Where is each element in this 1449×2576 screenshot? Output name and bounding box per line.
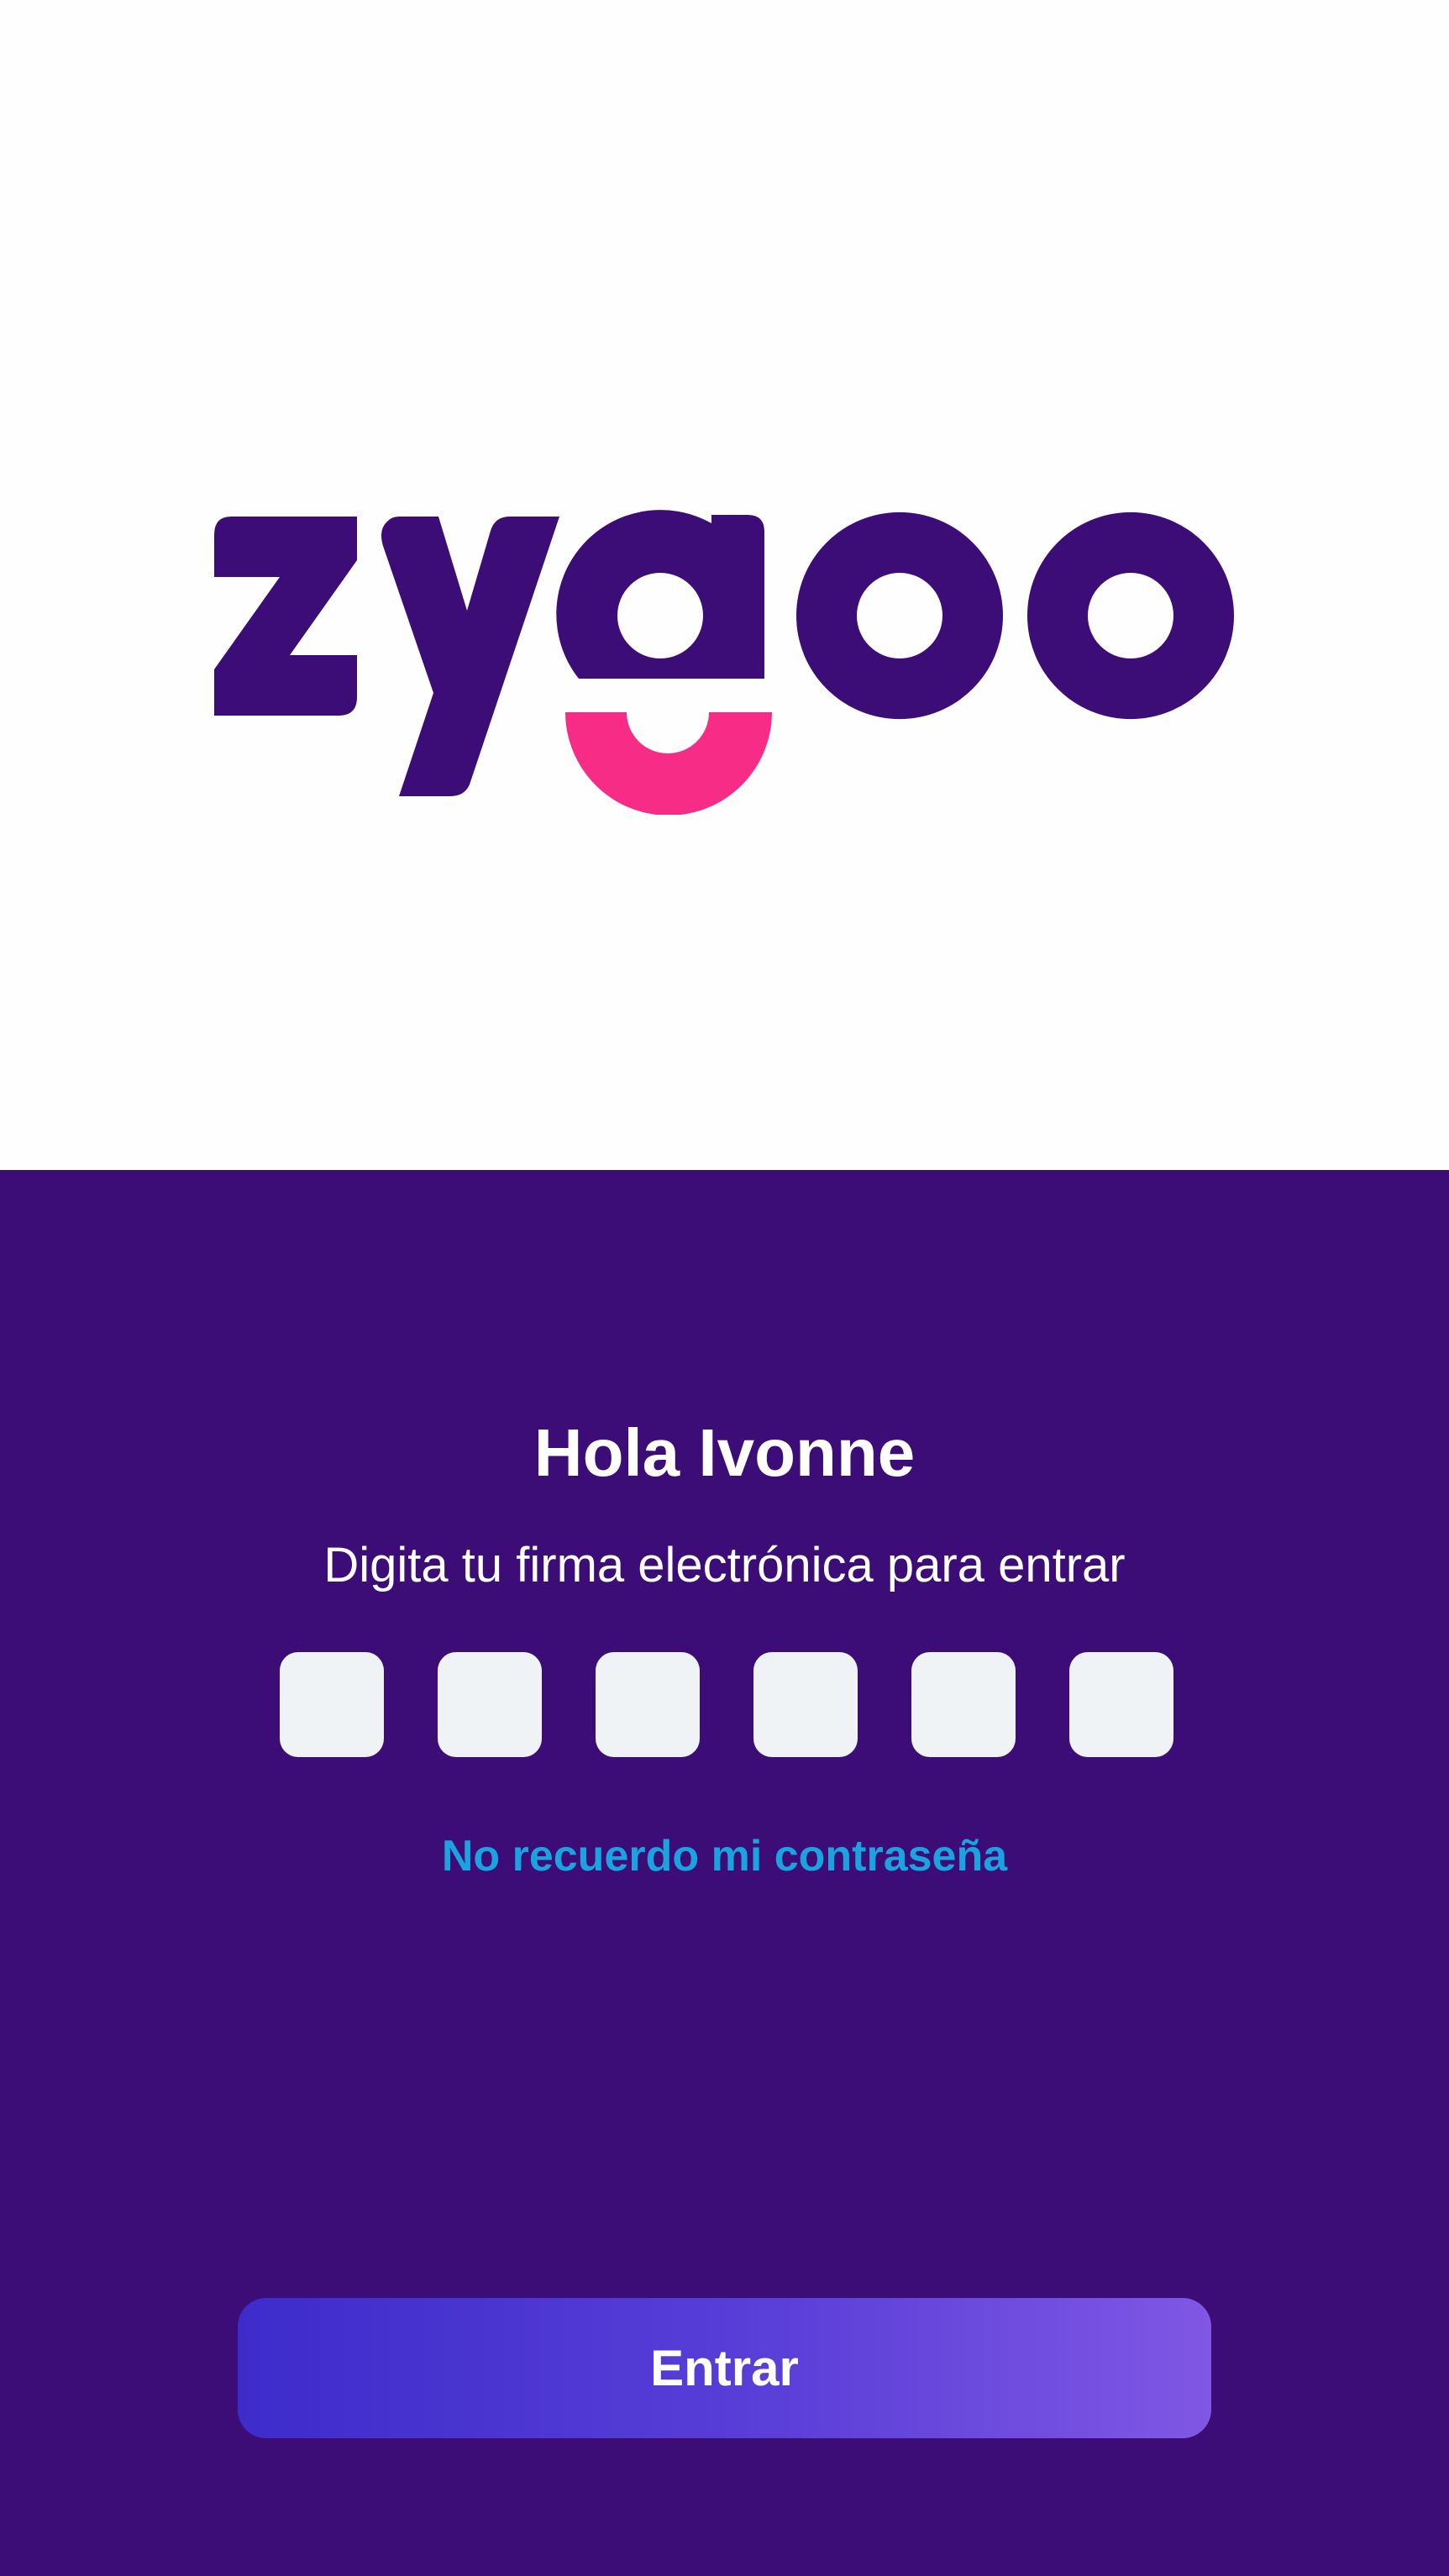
logo-letter-z [214,517,357,716]
greeting-title: Hola Ivonne [533,1415,916,1490]
logo-letter-y [381,517,559,796]
logo-section [0,0,1449,1170]
pin-digit-3[interactable] [596,1652,700,1757]
pin-digit-6[interactable] [1069,1652,1173,1757]
logo-smile [565,712,772,815]
pin-digit-2[interactable] [438,1652,542,1757]
logo-letter-o-2 [1027,512,1234,720]
pin-digit-4[interactable] [753,1652,858,1757]
logo-letter-o-1 [796,512,1004,720]
pin-digit-5[interactable] [911,1652,1016,1757]
forgot-password-link[interactable]: No recuerdo mi contraseña [0,1827,1449,1886]
zygoo-logo [214,510,1234,815]
enter-button[interactable]: Entrar [238,2298,1211,2438]
pin-input-group [280,1652,1173,1757]
instruction-text: Digita tu firma electrónica para entrar [323,1538,1126,1592]
pin-digit-1[interactable] [280,1652,384,1757]
logo-letter-g [556,510,764,679]
